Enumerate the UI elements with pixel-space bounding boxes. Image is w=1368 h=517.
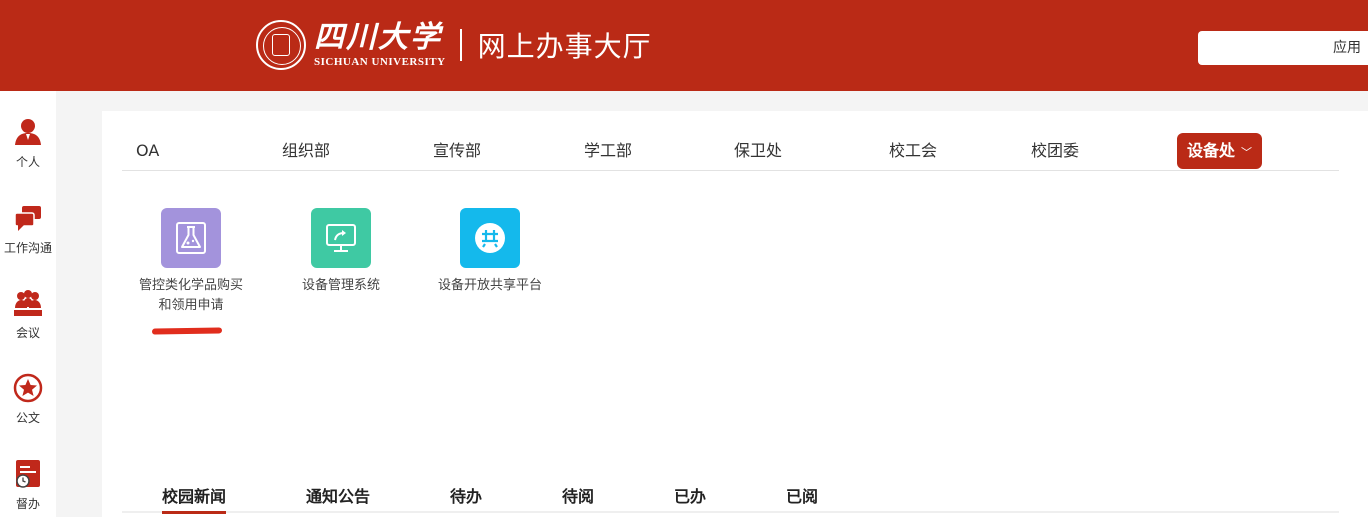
- sidebar-item-document[interactable]: 公文: [0, 373, 56, 426]
- app-tile[interactable]: [311, 208, 371, 268]
- tab-organization[interactable]: 组织部: [282, 133, 330, 169]
- tab-publicity[interactable]: 宣传部: [433, 133, 481, 169]
- tab-union[interactable]: 校工会: [889, 133, 937, 169]
- sidebar-label: 个人: [15, 155, 40, 169]
- logo-chinese: 四川大学: [314, 20, 442, 55]
- tab-equipment-label: 设备处: [1187, 141, 1236, 160]
- tab-youth-league[interactable]: 校团委: [1031, 133, 1079, 169]
- sidebar-item-personal[interactable]: 个人: [0, 117, 56, 170]
- tab-equipment[interactable]: 设备处 ﹀: [1177, 133, 1263, 169]
- monitor-share-icon: [326, 224, 356, 252]
- department-apps-panel: OA 组织部 宣传部 学工部 保卫处 校工会 校团委 设备处 ﹀ 管控类化学品购买…: [102, 111, 1368, 466]
- app-label: 设备管理系统: [301, 278, 380, 293]
- tab-oa[interactable]: OA: [136, 133, 159, 169]
- share-platform-icon: [475, 223, 505, 253]
- star-document-icon: [13, 373, 43, 403]
- app-tile[interactable]: [161, 208, 221, 268]
- header-bar: 四川大学 SICHUAN UNIVERSITY 网上办事大厅: [0, 0, 1368, 91]
- news-tab-todo[interactable]: 待办: [450, 483, 482, 507]
- sidebar-label: 公文: [15, 411, 40, 425]
- app-equipment-management[interactable]: 设备管理系统: [281, 208, 401, 296]
- sidebar-label: 会议: [15, 326, 40, 340]
- tab-security[interactable]: 保卫处: [734, 133, 782, 169]
- news-tab-done[interactable]: 已办: [674, 483, 706, 507]
- department-tabs: OA 组织部 宣传部 学工部 保卫处 校工会 校团委 设备处 ﹀: [122, 133, 1339, 171]
- news-tab-campus-news[interactable]: 校园新闻: [162, 483, 227, 514]
- app-chemical-purchase[interactable]: 管控类化学品购买和领用申请: [131, 208, 251, 316]
- logo-divider: [459, 29, 462, 61]
- person-icon: [15, 119, 41, 145]
- app-label: 管控类化学品购买和领用申请: [138, 278, 243, 313]
- app-equipment-sharing[interactable]: 设备开放共享平台: [430, 208, 550, 296]
- logo-english: SICHUAN UNIVERSITY: [314, 56, 446, 68]
- news-tab-announcements[interactable]: 通知公告: [306, 483, 370, 507]
- news-tabs: 校园新闻 通知公告 待办 待阅 已办 已阅: [122, 466, 1339, 514]
- app-label: 设备开放共享平台: [437, 278, 542, 293]
- meeting-icon: [14, 290, 42, 316]
- red-underline-mark: [151, 327, 223, 335]
- sidebar-label: 工作沟通: [3, 241, 52, 255]
- news-tab-to-read[interactable]: 待阅: [562, 483, 594, 507]
- app-tile[interactable]: [460, 208, 520, 268]
- search-input[interactable]: [1198, 31, 1368, 65]
- flask-icon: [176, 222, 206, 254]
- brand-text: 四川大学 SICHUAN UNIVERSITY: [314, 20, 446, 69]
- supervise-clock-icon: [16, 460, 40, 488]
- sidebar: 个人 工作沟通 会议 公文 督办: [0, 91, 56, 517]
- chevron-down-icon: ﹀: [1241, 146, 1253, 159]
- chat-icon: [14, 206, 41, 231]
- sidebar-item-supervise[interactable]: 督办: [0, 459, 56, 512]
- university-logo[interactable]: 四川大学 SICHUAN UNIVERSITY 网上办事大厅: [256, 20, 652, 70]
- tab-student-affairs[interactable]: 学工部: [584, 133, 632, 169]
- sidebar-label: 督办: [15, 497, 40, 511]
- news-panel: 校园新闻 通知公告 待办 待阅 已办 已阅: [102, 466, 1368, 517]
- university-seal-icon: [256, 20, 306, 70]
- sidebar-item-meeting[interactable]: 会议: [0, 288, 56, 341]
- sidebar-item-communication[interactable]: 工作沟通: [0, 203, 56, 256]
- hall-title: 网上办事大厅: [477, 30, 652, 63]
- news-tab-read[interactable]: 已阅: [786, 483, 818, 507]
